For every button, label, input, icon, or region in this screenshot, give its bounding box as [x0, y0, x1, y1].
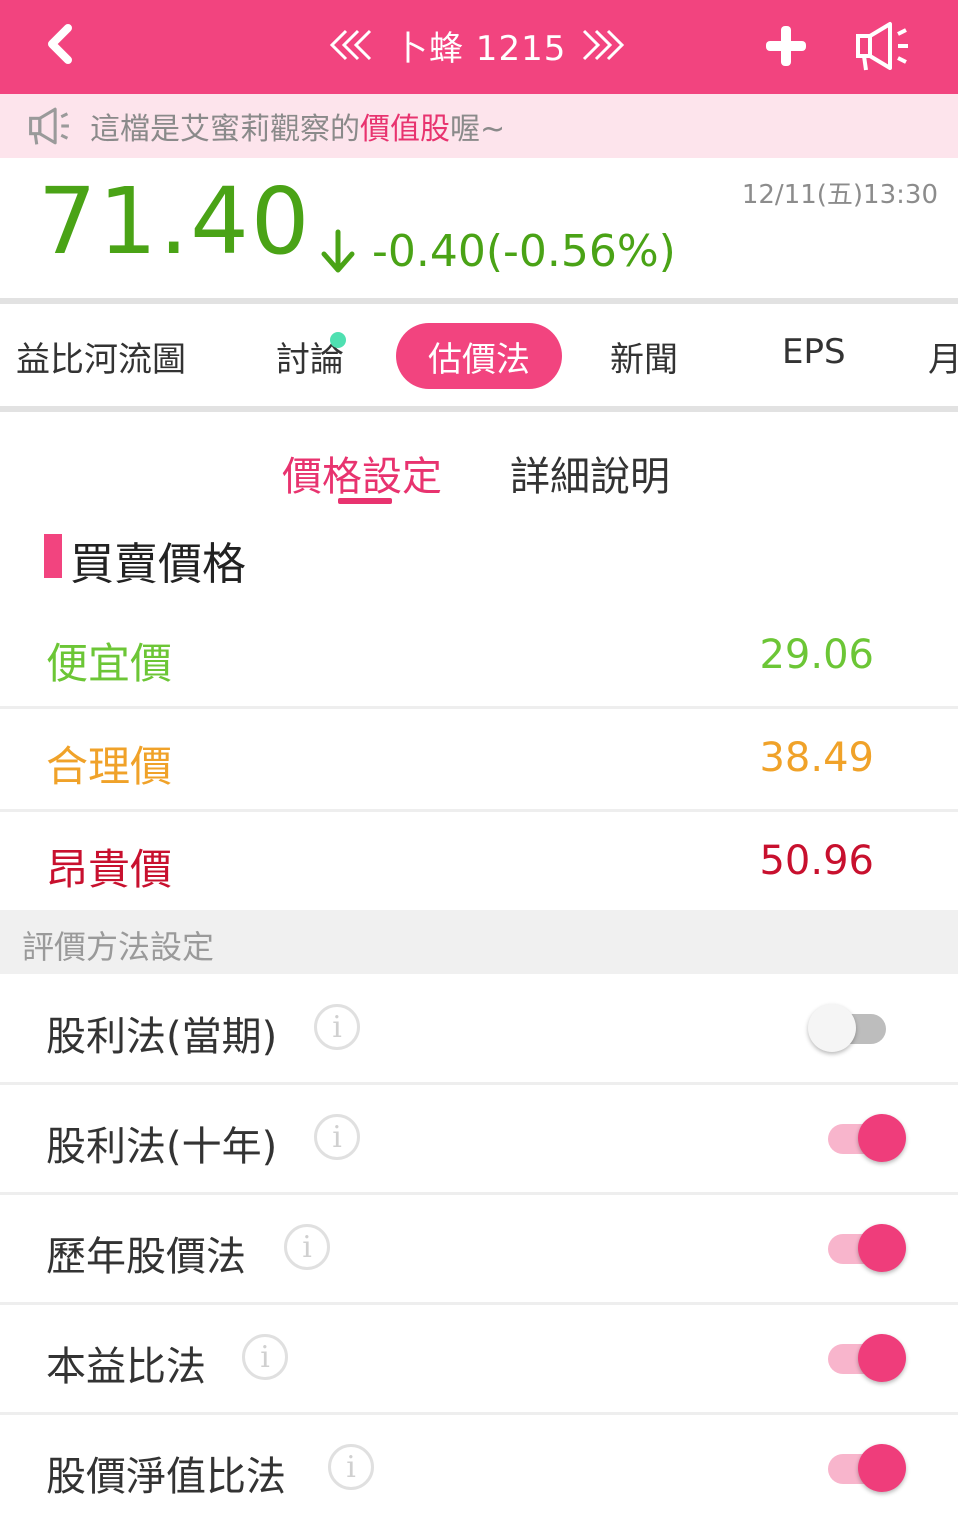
fair-price-label: 合理價: [46, 742, 173, 791]
method-toggle[interactable]: [808, 1002, 890, 1052]
tab-eps[interactable]: EPS: [782, 332, 846, 372]
subtab-price-settings[interactable]: 價格設定: [282, 444, 442, 502]
tab-valuation[interactable]: 估價法: [396, 323, 562, 389]
method-label: 股價淨值比法: [46, 1454, 286, 1500]
toggle-knob: [858, 1224, 906, 1272]
top-bar: 卜蜂 1215: [0, 0, 958, 94]
info-icon[interactable]: i: [314, 1004, 360, 1050]
toggle-knob: [858, 1334, 906, 1382]
price-change: -0.40(-0.56%): [372, 226, 676, 277]
down-arrow-icon: [321, 229, 355, 273]
info-icon[interactable]: i: [284, 1224, 330, 1270]
current-price: 71.40: [38, 168, 312, 275]
next-stock-icon[interactable]: [580, 25, 628, 65]
price-row-cheap: 便宜價 29.06: [0, 606, 958, 709]
settings-header: 評價方法設定: [0, 910, 958, 974]
section-marker: [44, 534, 62, 578]
expensive-price-label: 昂貴價: [46, 845, 173, 894]
notice-text: 這檔是艾蜜莉觀察的價值股喔~: [90, 104, 505, 148]
info-icon[interactable]: i: [314, 1114, 360, 1160]
method-row-dividend-current: 股利法(當期) i: [0, 974, 958, 1085]
notice-highlight: 價值股: [360, 112, 450, 147]
notice-megaphone-icon: [29, 107, 69, 145]
method-toggle[interactable]: [828, 1112, 908, 1162]
method-label: 股利法(十年): [46, 1124, 278, 1170]
notice-prefix: 這檔是艾蜜莉觀察的: [90, 112, 360, 147]
previous-stock-icon[interactable]: [326, 25, 374, 65]
method-row-pb: 股價淨值比法 i: [0, 1414, 958, 1522]
cheap-price-value: 29.06: [759, 632, 874, 678]
method-label: 股利法(當期): [46, 1014, 278, 1060]
expensive-price-value: 50.96: [759, 838, 874, 884]
toggle-knob: [858, 1114, 906, 1162]
notice-banner: 這檔是艾蜜莉觀察的價值股喔~: [0, 94, 958, 158]
notice-suffix: 喔~: [450, 112, 506, 147]
subtab-details[interactable]: 詳細說明: [510, 444, 670, 502]
info-icon[interactable]: i: [242, 1334, 288, 1380]
settings-header-label: 評價方法設定: [22, 928, 215, 966]
fair-price-value: 38.49: [759, 735, 874, 781]
tab-news[interactable]: 新聞: [610, 332, 678, 381]
add-watchlist-plus-icon[interactable]: [762, 22, 810, 70]
divider: [0, 406, 958, 412]
title-group: 卜蜂 1215: [326, 20, 628, 70]
price-row-expensive: 昂貴價 50.96: [0, 812, 958, 912]
method-toggle[interactable]: [828, 1332, 908, 1382]
tab-monthly[interactable]: 月: [928, 332, 958, 381]
info-icon[interactable]: i: [328, 1444, 374, 1490]
method-row-pe: 本益比法 i: [0, 1304, 958, 1415]
method-row-dividend-10y: 股利法(十年) i: [0, 1084, 958, 1195]
toggle-knob: [858, 1444, 906, 1492]
megaphone-icon[interactable]: [852, 18, 912, 74]
method-toggle[interactable]: [828, 1442, 908, 1492]
method-label: 歷年股價法: [46, 1234, 246, 1280]
stock-title: 卜蜂 1215: [394, 28, 567, 69]
tab-river-chart[interactable]: 益比河流圖: [16, 332, 186, 381]
new-activity-dot: [330, 332, 346, 348]
back-chevron-icon[interactable]: [40, 22, 80, 66]
toggle-knob: [808, 1004, 856, 1052]
cheap-price-label: 便宜價: [46, 639, 173, 688]
method-label: 本益比法: [46, 1344, 206, 1390]
section-title: 買賣價格: [70, 539, 246, 590]
subtab-underline: [338, 498, 392, 504]
price-row-fair: 合理價 38.49: [0, 709, 958, 812]
method-toggle[interactable]: [828, 1222, 908, 1272]
method-row-historical-price: 歷年股價法 i: [0, 1194, 958, 1305]
quote-timestamp: 12/11(五)13:30: [741, 180, 938, 210]
tab-bar: 益比河流圖 討論 估價法 新聞 EPS 月: [0, 304, 958, 406]
